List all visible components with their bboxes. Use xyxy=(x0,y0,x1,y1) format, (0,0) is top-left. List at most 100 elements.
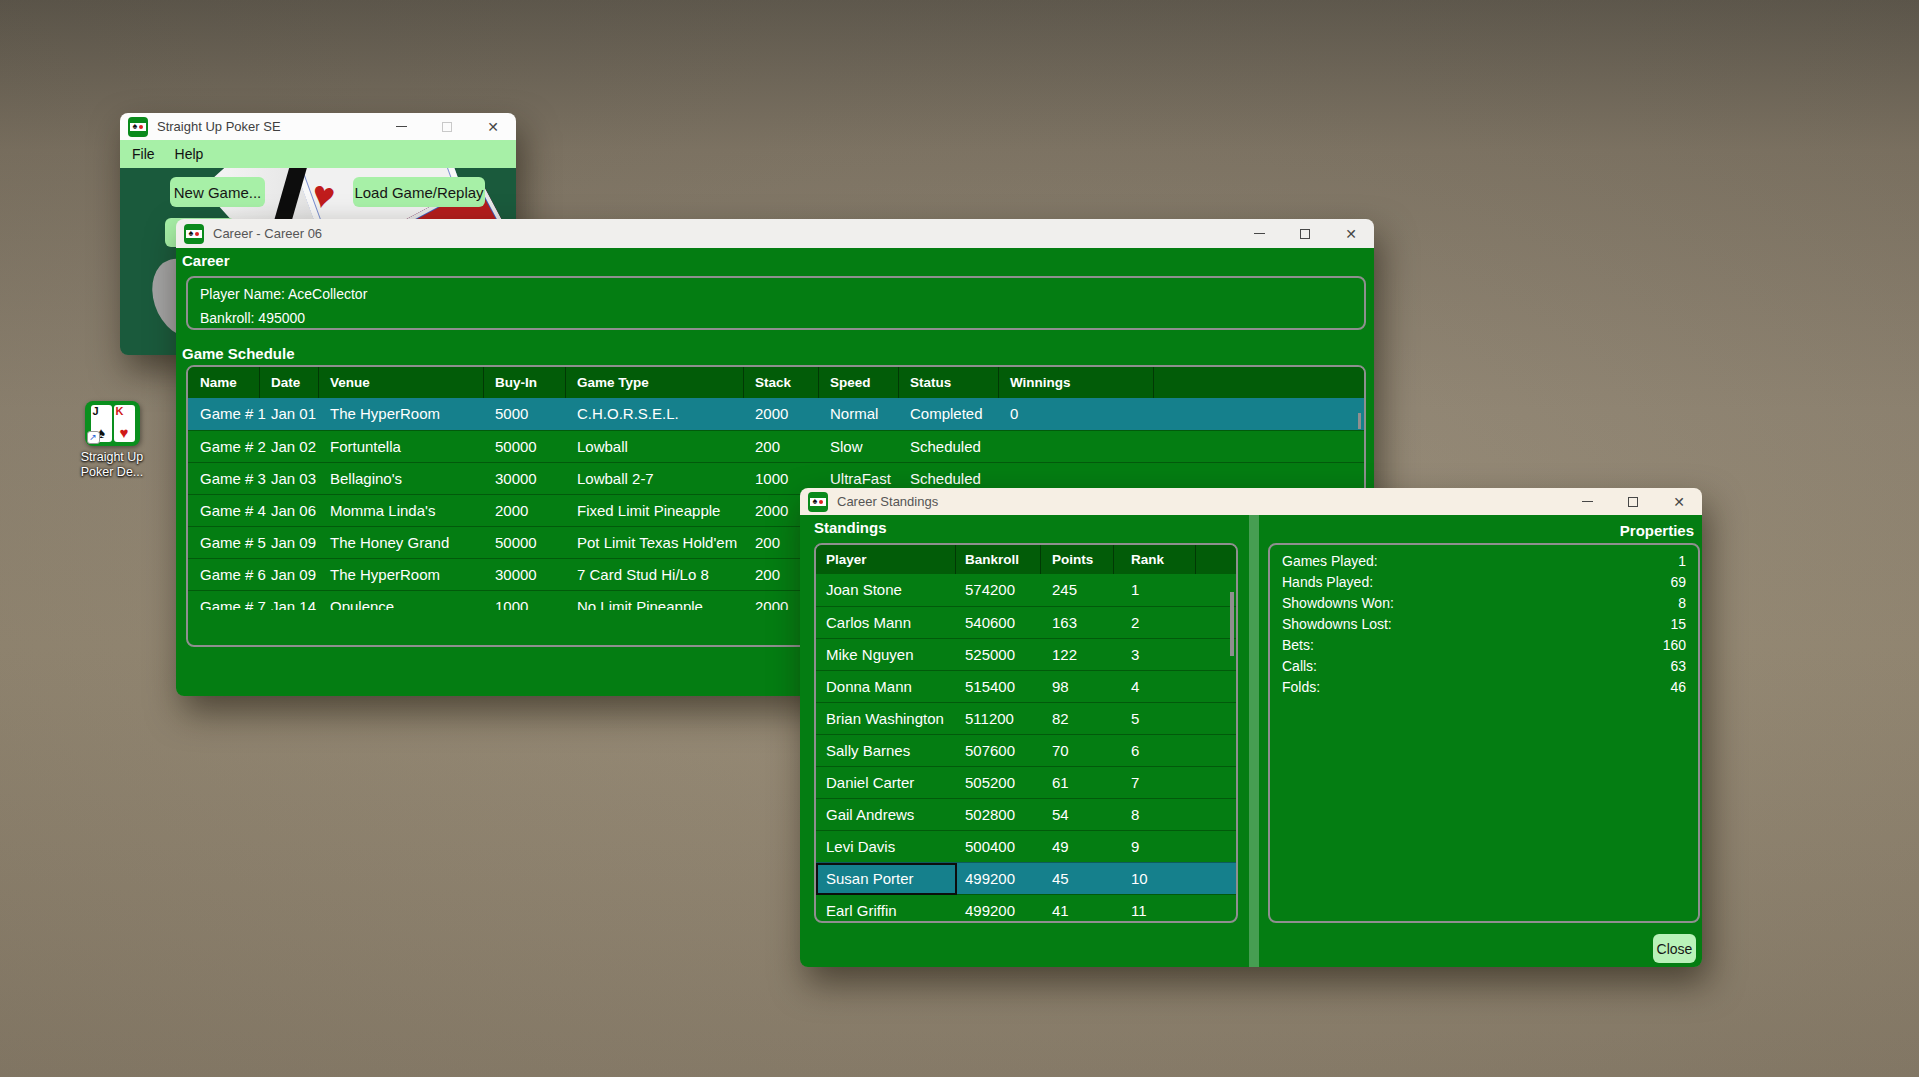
column-header[interactable]: Speed xyxy=(830,367,871,398)
table-cell: No Limit Pineapple xyxy=(577,591,703,610)
schedule-table-header: Name Date Venue Buy-In Game Type Stack Speed St… xyxy=(188,367,1364,398)
properties-section-label: Properties xyxy=(1620,522,1694,539)
column-header[interactable]: Name xyxy=(200,367,237,398)
menu-help[interactable]: Help xyxy=(165,140,214,168)
property-value: 46 xyxy=(1670,677,1686,698)
poker-cards-icon[interactable]: J ♠ K ♥ ↗ xyxy=(85,401,140,446)
table-row[interactable]: Susan Porter4992004510 xyxy=(816,862,1236,894)
minimize-button[interactable] xyxy=(1236,219,1282,248)
property-row: Calls:63 xyxy=(1270,656,1698,677)
close-button[interactable]: ✕ xyxy=(1328,219,1374,248)
maximize-button[interactable] xyxy=(1282,219,1328,248)
standings-table-rows: Joan Stone5742002451Carlos Mann540600163… xyxy=(816,574,1236,921)
king-of-hearts-card: K ♥ xyxy=(114,405,135,442)
table-row[interactable]: Game # 1Jan 01The HyperRoom5000C.H.O.R.S… xyxy=(188,398,1364,430)
table-cell: 10 xyxy=(1131,863,1148,895)
column-header[interactable]: Game Type xyxy=(577,367,649,398)
table-cell: 45 xyxy=(1052,863,1069,895)
new-game-button[interactable]: New Game... xyxy=(170,177,265,207)
table-cell: 0 xyxy=(1010,398,1018,430)
table-cell: Jan 06 xyxy=(271,495,316,527)
table-cell: 11 xyxy=(1131,895,1147,921)
table-cell: The Honey Grand xyxy=(330,527,449,559)
table-cell: 54 xyxy=(1052,799,1069,831)
column-header[interactable]: Rank xyxy=(1131,545,1164,574)
table-cell: 4 xyxy=(1131,671,1139,703)
card-rank: J xyxy=(93,406,99,417)
table-row[interactable]: Levi Davis500400499 xyxy=(816,830,1236,862)
bankroll-text: Bankroll: 495000 xyxy=(188,306,1364,330)
panel-splitter[interactable] xyxy=(1249,515,1259,967)
table-cell: Fixed Limit Pineapple xyxy=(577,495,720,527)
table-row[interactable]: Joan Stone5742002451 xyxy=(816,574,1236,606)
table-cell: 574200 xyxy=(965,574,1015,606)
menu-file[interactable]: File xyxy=(122,140,165,168)
main-window-titlebar[interactable]: ♠ Straight Up Poker SE ✕ xyxy=(120,113,516,140)
column-header[interactable]: Buy-In xyxy=(495,367,537,398)
app-icon: ♠ xyxy=(808,492,828,512)
career-window-titlebar[interactable]: ♠ Career - Career 06 ✕ xyxy=(176,219,1374,248)
maximize-button[interactable] xyxy=(1610,488,1656,515)
table-row[interactable]: Mike Nguyen5250001223 xyxy=(816,638,1236,670)
table-row[interactable]: Earl Griffin4992004111 xyxy=(816,894,1236,921)
table-cell: Opulence xyxy=(330,591,394,610)
table-row[interactable]: Gail Andrews502800548 xyxy=(816,798,1236,830)
column-header[interactable]: Venue xyxy=(330,367,370,398)
career-section-label: Career xyxy=(182,252,230,269)
minimize-button[interactable] xyxy=(1564,488,1610,515)
table-cell: 200 xyxy=(755,431,780,463)
table-cell: Momma Linda's xyxy=(330,495,435,527)
table-cell: Mike Nguyen xyxy=(826,639,914,671)
table-cell: Pot Limit Texas Hold'em xyxy=(577,527,737,559)
table-cell: Game # 1 xyxy=(200,398,266,430)
table-cell: Donna Mann xyxy=(826,671,912,703)
load-game-button[interactable]: Load Game/Replay xyxy=(353,177,485,207)
close-button[interactable]: ✕ xyxy=(470,113,516,140)
table-cell: 200 xyxy=(755,559,780,591)
close-dialog-button[interactable]: Close xyxy=(1653,934,1696,963)
standings-scrollbar[interactable] xyxy=(1230,592,1234,656)
table-cell: Jan 09 xyxy=(271,559,316,591)
app-icon: ♠ xyxy=(184,224,204,244)
column-header[interactable]: Points xyxy=(1052,545,1093,574)
maximize-button[interactable] xyxy=(424,113,470,140)
table-cell: 49 xyxy=(1052,831,1069,863)
column-header[interactable]: Player xyxy=(826,545,867,574)
desktop-icon-straight-up-poker[interactable]: J ♠ K ♥ ↗ Straight Up Poker De... xyxy=(62,401,162,480)
table-row[interactable]: Daniel Carter505200617 xyxy=(816,766,1236,798)
table-cell: 5000 xyxy=(495,398,528,430)
table-row[interactable]: Carlos Mann5406001632 xyxy=(816,606,1236,638)
minimize-button[interactable] xyxy=(378,113,424,140)
table-cell: 61 xyxy=(1052,767,1069,799)
property-value: 69 xyxy=(1670,572,1686,593)
player-info-box: Player Name: AceCollector Bankroll: 4950… xyxy=(186,276,1366,330)
table-row[interactable]: Donna Mann515400984 xyxy=(816,670,1236,702)
table-cell: 540600 xyxy=(965,607,1015,639)
property-label: Folds: xyxy=(1282,677,1320,698)
table-cell: 98 xyxy=(1052,671,1069,703)
table-cell: 500400 xyxy=(965,831,1015,863)
column-header[interactable]: Status xyxy=(910,367,951,398)
table-cell: Joan Stone xyxy=(826,574,902,606)
table-cell: 2000 xyxy=(755,398,788,430)
table-row[interactable]: Brian Washington511200825 xyxy=(816,702,1236,734)
table-cell: 70 xyxy=(1052,735,1069,767)
table-cell: 50000 xyxy=(495,527,537,559)
close-button[interactable]: ✕ xyxy=(1656,488,1702,515)
heart-icon: ♥ xyxy=(114,425,135,440)
column-header[interactable]: Winnings xyxy=(1010,367,1071,398)
column-header[interactable]: Stack xyxy=(755,367,791,398)
table-cell: 6 xyxy=(1131,735,1139,767)
table-cell: Jan 03 xyxy=(271,463,316,495)
table-row[interactable]: Game # 2Jan 02Fortuntella50000Lowball200… xyxy=(188,430,1364,462)
table-cell: Game # 4 xyxy=(200,495,266,527)
table-cell: 30000 xyxy=(495,559,537,591)
focused-cell-outline xyxy=(816,863,957,895)
schedule-scrollbar[interactable] xyxy=(1358,413,1361,429)
column-header[interactable]: Bankroll xyxy=(965,545,1019,574)
table-row[interactable]: Sally Barnes507600706 xyxy=(816,734,1236,766)
standings-window-titlebar[interactable]: ♠ Career Standings ✕ xyxy=(800,488,1702,515)
table-cell: 122 xyxy=(1052,639,1077,671)
column-header[interactable]: Date xyxy=(271,367,300,398)
table-cell: Sally Barnes xyxy=(826,735,910,767)
